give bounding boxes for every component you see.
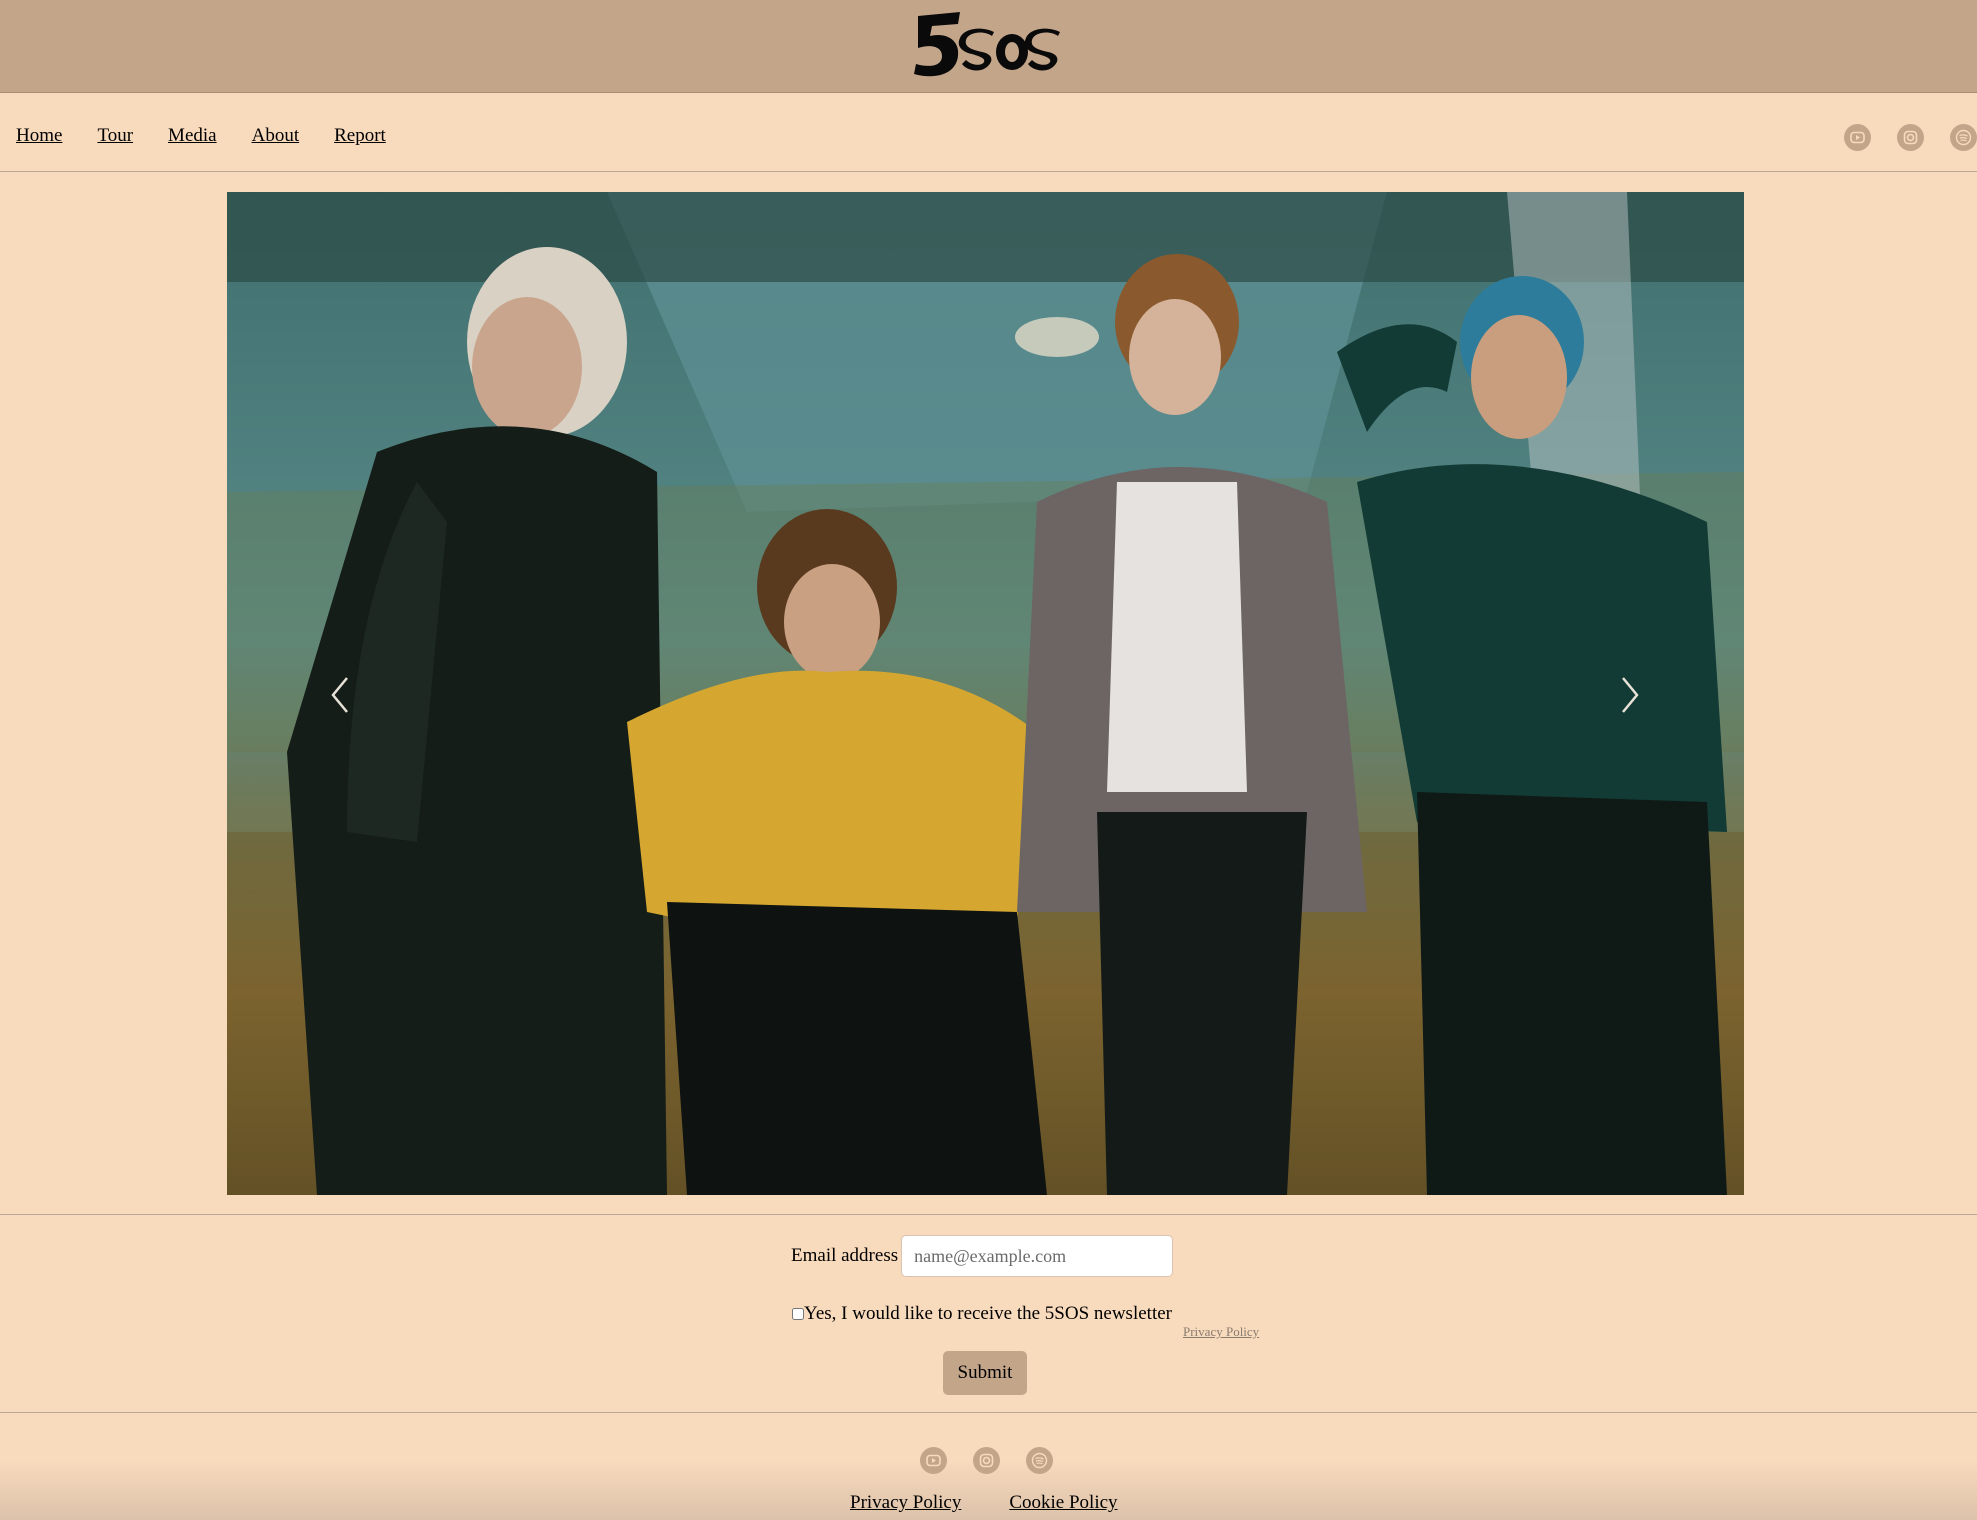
- newsletter-consent-row: Yes, I would like to receive the 5SOS ne…: [792, 1303, 1172, 1325]
- newsletter-consent-checkbox[interactable]: [792, 1308, 804, 1320]
- carousel-next-icon[interactable]: [1615, 672, 1645, 718]
- newsletter-privacy-link[interactable]: Privacy Policy: [1183, 1324, 1259, 1340]
- footer-privacy-policy-link[interactable]: Privacy Policy: [850, 1492, 961, 1514]
- email-label: Email address: [791, 1245, 899, 1266]
- footer-social-icons: [920, 1447, 1053, 1474]
- nav-media-link[interactable]: Media: [168, 125, 217, 147]
- logo[interactable]: [900, 2, 1065, 86]
- main-nav: Home Tour Media About Report: [0, 93, 1977, 172]
- email-row: Email address: [791, 1235, 1174, 1277]
- youtube-icon[interactable]: [1844, 124, 1871, 151]
- nav-links: Home Tour Media About Report: [16, 125, 386, 147]
- site-header: [0, 0, 1977, 93]
- spotify-icon[interactable]: [1950, 124, 1977, 151]
- hero-carousel-image: [227, 192, 1744, 1195]
- instagram-icon[interactable]: [973, 1447, 1000, 1474]
- email-field[interactable]: [901, 1235, 1174, 1277]
- youtube-icon[interactable]: [920, 1447, 947, 1474]
- nav-home-link[interactable]: Home: [16, 125, 62, 147]
- nav-social-icons: [1844, 124, 1977, 151]
- spotify-icon[interactable]: [1026, 1447, 1053, 1474]
- nav-about-link[interactable]: About: [252, 125, 300, 147]
- instagram-icon[interactable]: [1897, 124, 1924, 151]
- newsletter-consent-label: Yes, I would like to receive the 5SOS ne…: [804, 1303, 1172, 1324]
- nav-tour-link[interactable]: Tour: [97, 125, 133, 147]
- carousel-prev-icon[interactable]: [325, 672, 355, 718]
- divider: [0, 1214, 1977, 1215]
- footer-links: Privacy Policy Cookie Policy: [850, 1492, 1118, 1514]
- footer-cookie-policy-link[interactable]: Cookie Policy: [1009, 1492, 1117, 1514]
- nav-report-link[interactable]: Report: [334, 125, 386, 147]
- submit-button[interactable]: Submit: [943, 1351, 1027, 1395]
